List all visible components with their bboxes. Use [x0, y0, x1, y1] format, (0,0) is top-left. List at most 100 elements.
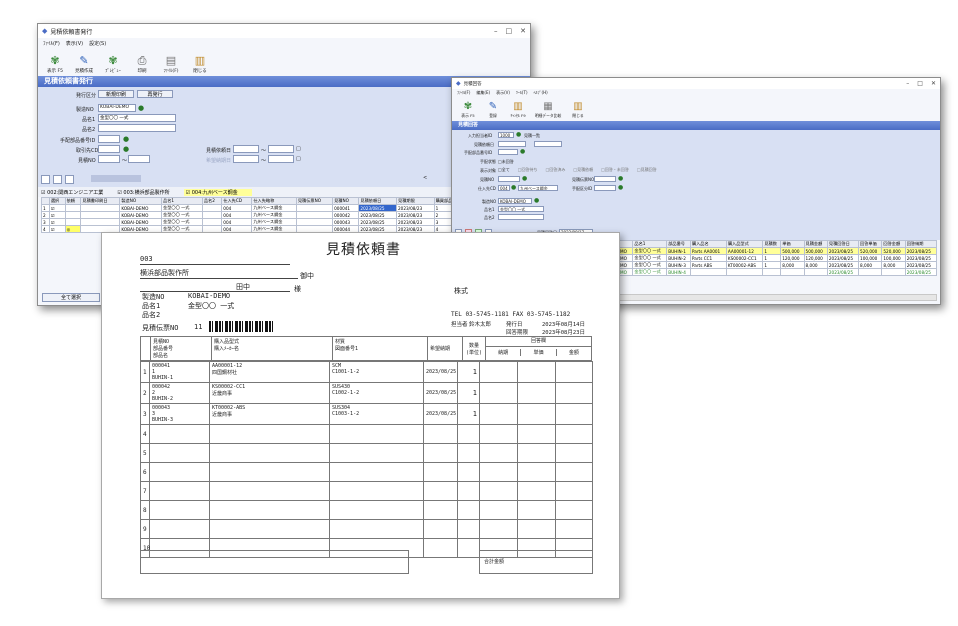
tori-input[interactable]	[98, 145, 120, 153]
col-header: 購入品名	[689, 240, 727, 248]
maximize-button[interactable]: □	[917, 80, 923, 87]
close-window-button[interactable]: ✕	[520, 27, 526, 35]
window-title: 見積回答	[463, 81, 482, 87]
preview-button[interactable]: ✾ ﾌﾟﾚﾋﾞｭｰ	[102, 53, 124, 74]
search-icon[interactable]: ●	[520, 148, 529, 156]
window-titlebar: ◆ 見積回答 – □ ✕	[452, 78, 940, 89]
menu-settings[interactable]: 設定(S)	[89, 40, 106, 47]
minimize-button[interactable]: –	[494, 27, 498, 35]
table-row: 5	[140, 443, 593, 463]
search-icon[interactable]: ●	[534, 197, 543, 205]
hin2-input[interactable]	[498, 214, 544, 220]
menu-file[interactable]: ﾌｧｲﾙ(F)	[43, 40, 60, 47]
filter-item[interactable]: ☑ 002:関西エンジニア工業	[41, 189, 103, 196]
hin2-input[interactable]	[98, 124, 176, 132]
col-header: 仕入先略称	[251, 197, 297, 205]
den-input[interactable]	[594, 176, 616, 182]
field-label: 品名1	[484, 207, 495, 212]
doc-code: 003	[140, 255, 153, 263]
option-mixed[interactable]: □回答・未回答	[601, 167, 629, 173]
close-window-button[interactable]: ✕	[931, 80, 936, 87]
date-to-input[interactable]	[534, 141, 562, 147]
close-button[interactable]: ▥ 閉じる	[568, 100, 588, 119]
col-header: 品名1	[632, 240, 668, 248]
col-header: 製造NO	[119, 197, 163, 205]
seizo-input[interactable]: KOBAI-DEMO	[98, 104, 136, 112]
doc-title: 見積依頼書	[326, 242, 401, 258]
tel-fax: TEL 03-5745-1181 FAX 03-5745-1182	[451, 311, 571, 318]
search-icon[interactable]: ●	[522, 175, 531, 183]
mdate-label: 見積依頼日	[206, 148, 232, 154]
select-all-button[interactable]: 全て選択	[42, 293, 100, 302]
grid-action-bar[interactable]	[91, 175, 141, 182]
display-button[interactable]: ✾ 表示 F5	[458, 100, 478, 119]
answer-header: 回答欄	[486, 337, 591, 347]
seizo-value: KOBAI-DEMO	[188, 292, 231, 300]
option-all[interactable]: □全て	[498, 167, 510, 173]
selected-cell[interactable]: 2023/08/25	[358, 204, 398, 212]
minimize-button[interactable]: –	[906, 80, 909, 87]
user-input[interactable]: 1000	[498, 132, 514, 138]
menu-file[interactable]: ﾌｧｲﾙ(F)	[457, 90, 470, 96]
tehai-input[interactable]	[98, 135, 120, 143]
mitsu-input[interactable]	[498, 176, 520, 182]
grid-tool-icon[interactable]	[53, 175, 62, 184]
kdate-from-input[interactable]	[233, 155, 259, 163]
col-header: 品名1	[161, 197, 203, 205]
create-quote-button[interactable]: ✎ 見積作成	[73, 53, 95, 74]
search-icon[interactable]: ●	[618, 175, 627, 183]
print-button[interactable]: ⎙ 印刷	[131, 53, 153, 74]
calendar-icon[interactable]: □	[296, 146, 301, 152]
display-button[interactable]: ✾ 表示 F5	[44, 53, 66, 74]
supplier-input[interactable]: 004	[498, 185, 510, 191]
menu-help[interactable]: ﾍﾙﾌﾟ(H)	[534, 90, 548, 96]
option-waiting[interactable]: □回答待ち	[518, 167, 538, 173]
maximize-button[interactable]: □	[506, 27, 513, 35]
date-from-input[interactable]	[498, 141, 526, 147]
field-label[interactable]: □未回答	[498, 159, 514, 165]
filter-item[interactable]: ☑ 003:横浜部品製作所	[117, 189, 169, 196]
menu-edit[interactable]: 編集(E)	[476, 90, 490, 96]
menu-view[interactable]: 表示(V)	[66, 40, 83, 47]
create-icon: ✎	[79, 54, 89, 67]
toolbar: ✾ 表示 F5 ✎ 見積作成 ✾ ﾌﾟﾚﾋﾞｭｰ ⎙ 印刷 ▤ ﾌｧｲﾙ(F) ▥ 閉じる	[38, 48, 530, 76]
col-header: 依頼	[64, 197, 82, 205]
grid-tool-icon[interactable]	[41, 175, 50, 184]
close-button[interactable]: ▥ 閉じる	[189, 53, 211, 74]
vendor-name: 横浜部品製作所	[140, 269, 189, 277]
option-answered[interactable]: □回答済み	[546, 167, 566, 173]
table-row: 1 000041 1 BUHIN-1 AA00001-12 四国鋼材社 SCM C1001-1…	[140, 361, 593, 383]
menu-tools[interactable]: ﾂｰﾙ(T)	[516, 90, 528, 96]
new-print-button[interactable]: 新規印刷	[98, 90, 134, 98]
seizo-input[interactable]: KOBAI-DEMO	[498, 198, 532, 204]
vendor-suffix: 御中	[300, 272, 314, 280]
hin1-input[interactable]: 金型〇〇 一式	[98, 114, 176, 122]
option-answer[interactable]: □見積回答	[637, 167, 657, 173]
parts-input[interactable]	[498, 149, 518, 155]
tehai-search-icon[interactable]: ●	[123, 135, 132, 143]
reprint-button[interactable]: 再発行	[137, 90, 173, 98]
scroll-left-button[interactable]: <	[423, 175, 427, 181]
seizo-search-icon[interactable]: ●	[138, 104, 147, 112]
mdate-from-input[interactable]	[233, 145, 259, 153]
search-icon[interactable]: ●	[618, 184, 627, 192]
tehai-input[interactable]	[594, 185, 616, 191]
col-header: 見積金額	[803, 240, 828, 248]
register-button[interactable]: ✎ 登録	[483, 100, 503, 119]
compare-button[interactable]: ▦ 明細データ比較	[533, 100, 563, 119]
kdate-to-input[interactable]	[268, 155, 294, 163]
mdate-to-input[interactable]	[268, 145, 294, 153]
mitsu-from-input[interactable]	[98, 155, 120, 163]
filter-item[interactable]: ☑ 004:九州ベース鋼金	[183, 188, 252, 196]
option-request[interactable]: □見積依頼	[573, 167, 593, 173]
cancel-button[interactable]: ▥ ｷｬﾝｾﾙ F9	[508, 100, 528, 119]
calendar-icon[interactable]: □	[296, 156, 301, 162]
hin1-input[interactable]: 金型〇〇 一式	[498, 206, 544, 212]
menu-view[interactable]: 表示(V)	[496, 90, 510, 96]
kdate-tilde: ～	[261, 158, 267, 164]
company-name: 株式	[454, 287, 468, 295]
grid-tool-icon[interactable]	[65, 175, 74, 184]
tori-search-icon[interactable]: ●	[123, 145, 132, 153]
file-button[interactable]: ▤ ﾌｧｲﾙ(F)	[160, 53, 182, 74]
mitsu-to-input[interactable]	[128, 155, 150, 163]
